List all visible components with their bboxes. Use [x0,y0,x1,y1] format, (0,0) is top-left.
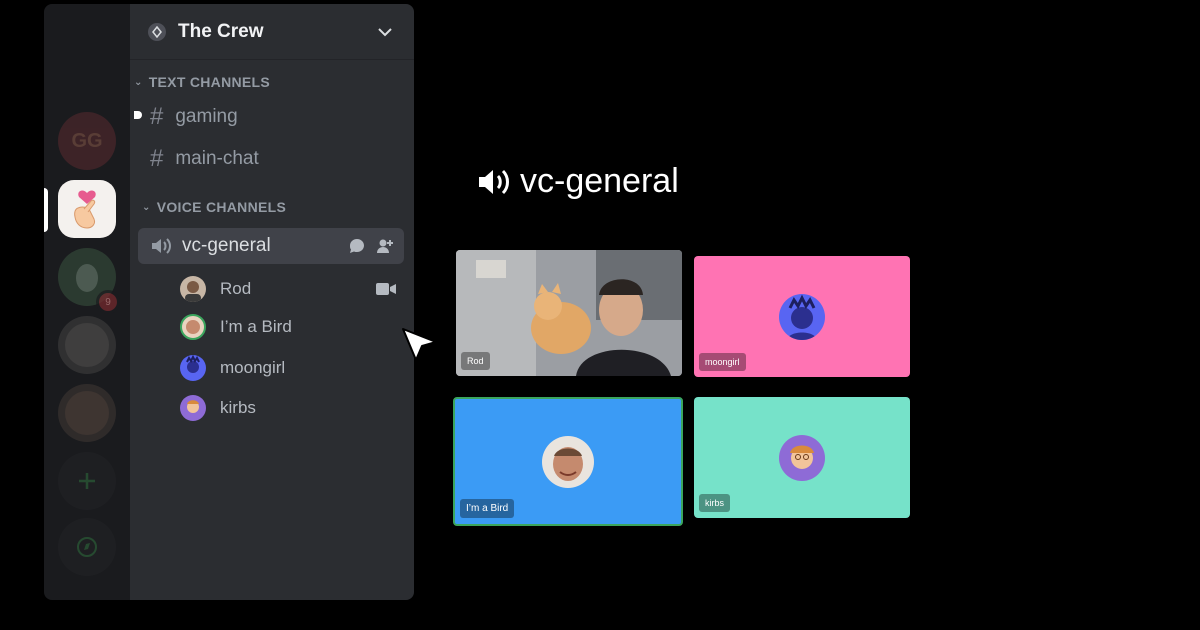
caret-down-icon: ⌄ [134,76,143,88]
notification-badge: 9 [96,290,120,314]
plus-icon [79,473,95,489]
app-window: GG 9 The Crew ⌄ TEXT CHANNELS # gaming #… [0,0,1200,630]
speaker-icon [152,238,171,254]
mouse-pointer-icon [402,328,437,361]
caret-down-icon: ⌄ [142,201,151,213]
cat-photo-icon [65,323,109,367]
invite-user-icon[interactable] [376,237,394,255]
unread-indicator [134,111,142,119]
server-rail: GG 9 [44,4,130,600]
voice-member-rod[interactable]: Rod [180,273,396,305]
compass-icon [77,537,97,557]
video-tile-kirbs[interactable]: kirbs [694,397,910,518]
hash-icon: # [150,103,164,130]
avatar [180,314,206,340]
participant-nametag: Rod [461,352,490,370]
server-header[interactable]: The Crew [130,4,414,60]
category-text-channels[interactable]: ⌄ TEXT CHANNELS [134,74,270,90]
pet-photo-icon [65,391,109,435]
server-boost-icon [148,22,166,41]
channel-gaming[interactable]: # gaming [134,99,404,135]
video-tile-im-a-bird[interactable]: I’m a Bird [453,397,683,526]
participant-nametag: moongirl [699,353,746,371]
finger-heart-icon [74,190,96,229]
channel-sidebar: The Crew ⌄ TEXT CHANNELS # gaming # main… [130,4,414,600]
avatar [542,435,594,488]
voice-member-moongirl[interactable]: moongirl [180,352,396,384]
server-icon-cat[interactable] [58,316,116,374]
speaker-icon [479,169,509,194]
participant-nametag: I’m a Bird [460,499,515,518]
active-server-indicator [44,188,48,232]
avatar [180,395,206,421]
video-feed [456,250,682,376]
server-icon-pet[interactable] [58,384,116,442]
chat-bubble-icon[interactable] [348,237,366,255]
video-tile-rod[interactable]: Rod [456,250,682,376]
channel-main-chat[interactable]: # main-chat [138,141,404,177]
video-camera-icon [376,283,396,295]
avatar [779,434,825,481]
avatar [180,355,206,381]
call-title: vc-general [476,162,679,201]
category-voice-channels[interactable]: ⌄ VOICE CHANNELS [142,199,286,215]
add-server-button[interactable] [58,452,116,510]
video-tile-moongirl[interactable]: moongirl [694,256,910,377]
egg-icon [76,264,98,292]
voice-member-im-a-bird[interactable]: I’m a Bird [180,311,396,343]
avatar [779,293,825,340]
server-icon-the-crew[interactable] [58,180,116,238]
hash-icon: # [150,145,164,172]
server-name: The Crew [178,20,264,42]
participant-nametag: kirbs [699,494,731,512]
discover-servers-button[interactable] [58,518,116,576]
avatar [180,276,206,302]
server-icon-gg[interactable]: GG [58,112,116,170]
chevron-down-icon[interactable] [376,23,394,41]
voice-member-kirbs[interactable]: kirbs [180,392,396,424]
channel-vc-general[interactable]: vc-general [138,228,404,264]
